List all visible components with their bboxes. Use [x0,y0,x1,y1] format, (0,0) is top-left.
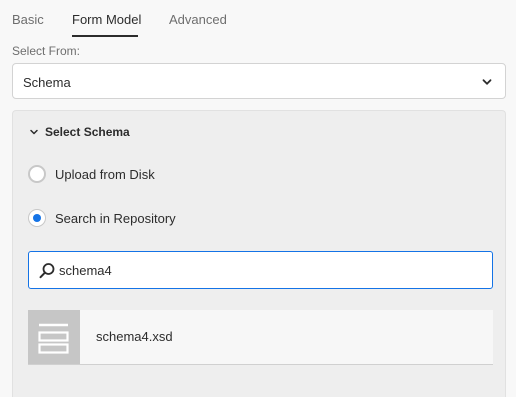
select-from-dropdown[interactable]: Schema [12,63,506,99]
active-tab-indicator [72,35,138,37]
document-icon [38,323,69,354]
search-input[interactable] [59,260,479,280]
radio-label: Upload from Disk [55,167,155,182]
radio-button-checked[interactable] [28,209,46,227]
select-schema-title: Select Schema [45,125,130,139]
chevron-down-icon [482,79,492,85]
tab-bar: Basic Form Model Advanced [0,0,516,38]
tab-advanced[interactable]: Advanced [169,12,227,27]
select-from-label: Select From: [12,44,81,58]
radio-button[interactable] [28,165,46,183]
result-thumbnail [28,310,80,364]
search-icon [39,263,55,279]
tab-form-model[interactable]: Form Model [72,12,141,27]
tab-basic[interactable]: Basic [12,12,44,27]
schema-search-field[interactable] [28,251,493,289]
search-result-item[interactable]: schema4.xsd [28,310,493,365]
select-from-value: Schema [23,75,71,90]
chevron-down-icon [30,129,38,135]
radio-label: Search in Repository [55,211,176,226]
select-schema-panel: Select Schema Upload from Disk Search in… [12,110,506,397]
result-name: schema4.xsd [96,329,173,344]
